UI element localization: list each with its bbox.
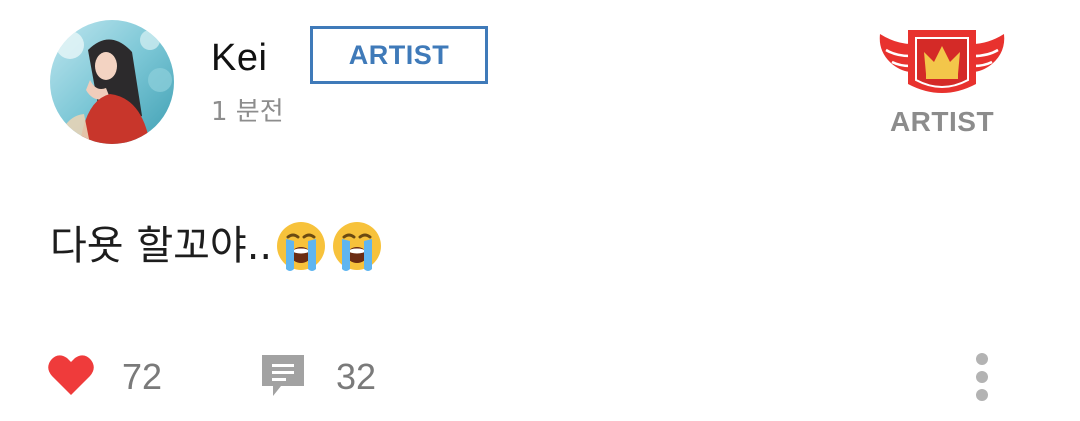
loudly-crying-face-icon (274, 219, 328, 273)
artist-emblem: ARTIST (876, 26, 1008, 138)
post-body-text: 다욧 할꼬야.. (50, 223, 273, 269)
post-timestamp: 1 분전 (211, 97, 284, 127)
like-button[interactable] (46, 352, 96, 398)
post-body: 다욧 할꼬야.. (50, 218, 384, 274)
loudly-crying-face-icon (330, 219, 384, 273)
artist-role-badge: ARTIST (310, 26, 488, 84)
more-options-button[interactable] (966, 350, 998, 404)
more-vertical-icon (976, 353, 988, 401)
comment-button[interactable] (259, 352, 307, 400)
like-count: 72 (122, 356, 163, 397)
comment-count: 32 (336, 356, 377, 397)
author-name[interactable]: Kei (211, 36, 267, 80)
winged-crown-shield-icon (879, 30, 1005, 93)
avatar-image (50, 20, 174, 144)
author-avatar[interactable] (50, 20, 174, 144)
heart-icon (48, 355, 94, 395)
comment-icon (262, 355, 304, 396)
artist-emblem-label: ARTIST (889, 106, 995, 137)
